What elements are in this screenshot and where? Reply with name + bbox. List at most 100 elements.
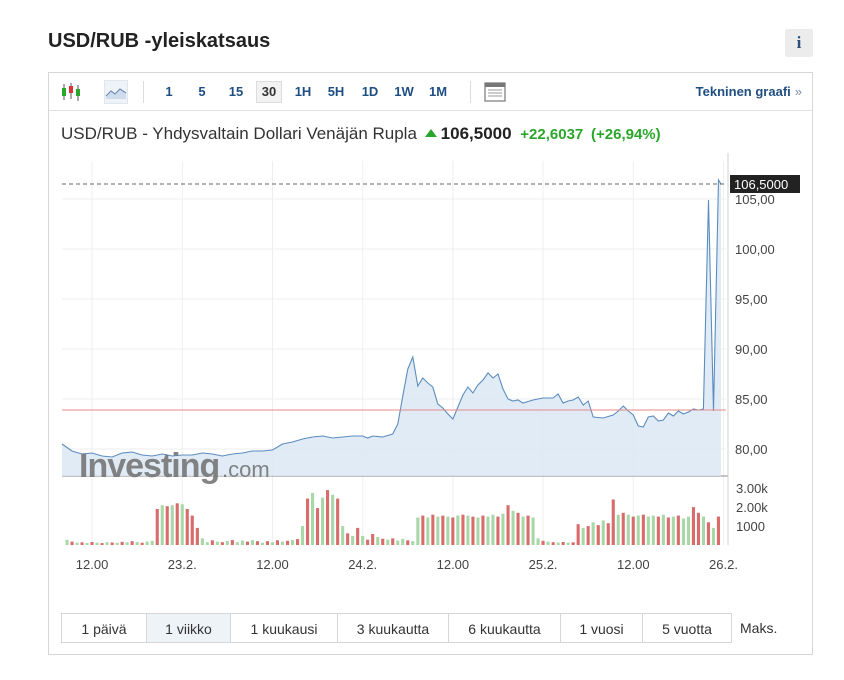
volume-bar — [70, 541, 74, 545]
volume-bar — [421, 515, 425, 545]
volume-bar — [255, 541, 259, 545]
volume-bar — [371, 534, 375, 545]
volume-bar — [711, 527, 715, 545]
volume-bar — [566, 542, 570, 545]
range-1-month[interactable]: 1 kuukausi — [231, 613, 338, 643]
volume-bar — [75, 542, 79, 545]
volume-bar — [105, 542, 109, 545]
volume-bar — [596, 525, 600, 545]
price-tick-label: 100,00 — [735, 242, 775, 257]
range-3-months[interactable]: 3 kuukautta — [338, 613, 449, 643]
time-tick-label: 24.2. — [348, 557, 377, 572]
volume-bar — [155, 509, 159, 545]
volume-bar — [686, 516, 690, 545]
volume-bar — [581, 527, 585, 545]
volume-bar — [496, 516, 500, 545]
chart-panel: 1 5 15 30 1H 5H 1D 1W 1M Tekninen graafi… — [48, 72, 813, 655]
volume-bar — [110, 542, 114, 545]
volume-tick-label: 1000 — [736, 519, 765, 534]
volume-bar — [245, 541, 249, 545]
volume-bar — [185, 509, 189, 545]
range-5-years[interactable]: 5 vuotta — [643, 613, 732, 643]
volume-bar — [571, 542, 575, 545]
volume-bar — [466, 515, 470, 545]
volume-bar — [90, 542, 94, 545]
volume-bar — [396, 540, 400, 545]
page-title: USD/RUB -yleiskatsaus — [48, 30, 271, 52]
volume-bar — [501, 513, 505, 545]
volume-bar — [195, 527, 199, 545]
volume-bar — [531, 517, 535, 545]
volume-bar — [661, 514, 665, 545]
info-button[interactable]: i — [785, 29, 813, 57]
volume-bar — [506, 505, 510, 545]
volume-bar — [286, 540, 290, 545]
range-1-week[interactable]: 1 viikko — [147, 613, 231, 643]
volume-bar — [235, 542, 239, 545]
range-max[interactable]: Maks. — [740, 613, 777, 643]
range-1-day[interactable]: 1 päivä — [61, 613, 147, 643]
volume-bar — [476, 517, 480, 545]
volume-bar — [175, 503, 179, 545]
volume-bar — [426, 517, 430, 545]
volume-tick-label: 2.00k — [736, 500, 768, 515]
volume-bar — [180, 504, 184, 545]
volume-bar — [336, 498, 340, 545]
volume-bar — [205, 542, 209, 545]
volume-bar — [646, 516, 650, 545]
volume-bar — [576, 524, 580, 545]
volume-bar — [270, 542, 274, 545]
volume-bar — [170, 505, 174, 545]
volume-bar — [586, 526, 590, 545]
volume-bar — [125, 542, 129, 545]
volume-bar — [316, 508, 320, 545]
price-area — [61, 178, 722, 476]
volume-bar — [200, 538, 204, 545]
volume-bar — [406, 540, 410, 545]
volume-bar — [431, 514, 435, 545]
volume-bar — [301, 526, 305, 545]
volume-bar — [626, 514, 630, 545]
time-tick-label: 12.00 — [437, 557, 470, 572]
volume-bar — [386, 539, 390, 545]
price-chart[interactable]: Investing .com 106,5000 105,00 100,00 95,0… — [49, 73, 812, 593]
volume-bar — [716, 516, 720, 545]
volume-bar — [210, 540, 214, 545]
volume-bar — [391, 538, 395, 545]
volume-bar — [491, 514, 495, 545]
volume-bar — [311, 492, 315, 545]
range-selector: 1 päivä 1 viikko 1 kuukausi 3 kuukautta … — [61, 613, 777, 643]
volume-bar — [321, 497, 325, 545]
volume-bar — [366, 539, 370, 545]
volume-bar — [636, 515, 640, 545]
volume-bar — [441, 515, 445, 545]
volume-bar — [411, 541, 415, 545]
price-tick-label: 95,00 — [735, 292, 768, 307]
volume-bar — [696, 512, 700, 545]
volume-bar — [621, 512, 625, 545]
volume-bar — [601, 520, 605, 545]
volume-axis: 3.00k 2.00k 1000 — [736, 481, 768, 534]
volume-bar — [451, 517, 455, 545]
volume-bar — [681, 518, 685, 545]
volume-bar — [471, 516, 475, 545]
volume-bar — [401, 538, 405, 545]
volume-bar — [516, 512, 520, 545]
watermark-suffix: .com — [222, 457, 270, 482]
volume-bar — [651, 515, 655, 545]
price-area-fill — [62, 180, 721, 476]
last-price-marker: 106,5000 — [62, 175, 800, 193]
time-tick-label: 12.00 — [76, 557, 109, 572]
range-1-year[interactable]: 1 vuosi — [561, 613, 643, 643]
volume-bar — [135, 542, 139, 545]
volume-bar — [80, 542, 84, 545]
volume-bar — [486, 516, 490, 545]
volume-bar — [215, 541, 219, 545]
range-6-months[interactable]: 6 kuukautta — [449, 613, 561, 643]
volume-bar — [130, 541, 134, 545]
time-tick-label: 26.2. — [709, 557, 738, 572]
watermark-brand: Investing — [79, 447, 219, 485]
volume-bar — [250, 540, 254, 545]
price-tick-label: 105,00 — [735, 192, 775, 207]
volume-bar — [671, 516, 675, 545]
